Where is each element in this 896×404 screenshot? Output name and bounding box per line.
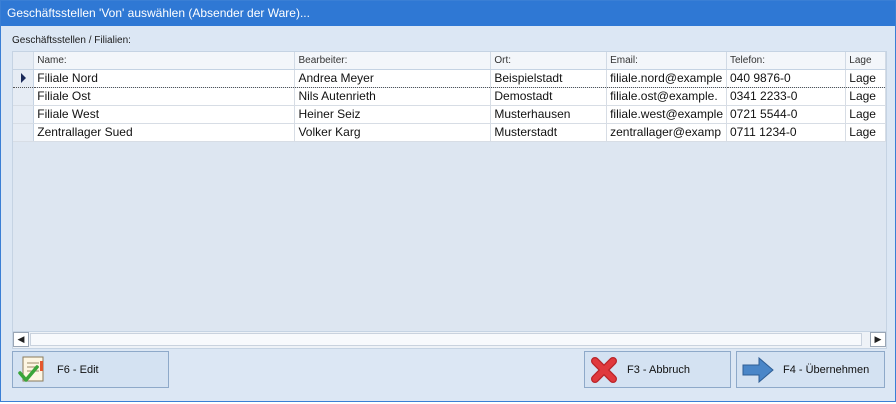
- cell-email[interactable]: filiale.ost@example.: [606, 87, 727, 106]
- cell-ort[interactable]: Musterhausen: [490, 105, 608, 124]
- table-row[interactable]: Filiale West Heiner Seiz Musterhausen fi…: [13, 105, 886, 124]
- cell-lager[interactable]: Lage: [845, 68, 886, 88]
- cell-ort[interactable]: Musterstadt: [490, 123, 608, 142]
- cell-bearbeiter[interactable]: Heiner Seiz: [294, 105, 492, 124]
- cell-telefon[interactable]: 0721 5544-0: [726, 105, 847, 124]
- cell-lager[interactable]: Lage: [845, 123, 886, 142]
- cell-telefon[interactable]: 0711 1234-0: [726, 123, 847, 142]
- cancel-button[interactable]: F3 - Abbruch: [584, 351, 731, 388]
- apply-button-label: F4 - Übernehmen: [783, 363, 870, 376]
- cell-name[interactable]: Zentrallager Sued: [33, 123, 296, 142]
- cell-bearbeiter[interactable]: Nils Autenrieth: [294, 87, 492, 106]
- cell-name[interactable]: Filiale Nord: [33, 68, 296, 88]
- column-header-lager[interactable]: Lage: [845, 52, 886, 70]
- table-row[interactable]: Filiale Nord Andrea Meyer Beispielstadt …: [13, 68, 886, 88]
- cell-name[interactable]: Filiale West: [33, 105, 296, 124]
- row-selector[interactable]: [13, 123, 35, 142]
- scrollbar-thumb[interactable]: [30, 333, 862, 346]
- current-row-indicator-icon: [21, 73, 26, 83]
- header-row: Name: Bearbeiter: Ort: Email: Telefon: L…: [13, 52, 886, 70]
- cell-lager[interactable]: Lage: [845, 105, 886, 124]
- column-header-name[interactable]: Name:: [33, 52, 296, 70]
- column-header-telefon[interactable]: Telefon:: [726, 52, 847, 70]
- row-selector[interactable]: [13, 105, 35, 124]
- scroll-left-button[interactable]: ◀: [13, 332, 29, 347]
- branches-table: Name: Bearbeiter: Ort: Email: Telefon: L…: [13, 52, 886, 142]
- dialog-window: Geschäftsstellen 'Von' auswählen (Absend…: [0, 0, 896, 402]
- cell-telefon[interactable]: 040 9876-0: [726, 68, 847, 88]
- column-header-ort[interactable]: Ort:: [490, 52, 608, 70]
- table-row[interactable]: Zentrallager Sued Volker Karg Musterstad…: [13, 123, 886, 142]
- table-row[interactable]: Filiale Ost Nils Autenrieth Demostadt fi…: [13, 87, 886, 106]
- row-selector[interactable]: [13, 68, 35, 88]
- cell-name[interactable]: Filiale Ost: [33, 87, 296, 106]
- checklist-edit-icon: [18, 356, 44, 382]
- edit-button[interactable]: F6 - Edit: [12, 351, 169, 388]
- cell-telefon[interactable]: 0341 2233-0: [726, 87, 847, 106]
- red-x-icon: [591, 356, 617, 383]
- apply-button[interactable]: F4 - Übernehmen: [736, 351, 885, 388]
- cell-email[interactable]: filiale.nord@example: [606, 68, 727, 88]
- column-header-bearbeiter[interactable]: Bearbeiter:: [294, 52, 492, 70]
- cell-email[interactable]: filiale.west@example: [606, 105, 727, 124]
- column-header-email[interactable]: Email:: [606, 52, 727, 70]
- scroll-right-button[interactable]: ▶: [870, 332, 886, 347]
- cell-ort[interactable]: Demostadt: [490, 87, 608, 106]
- horizontal-scrollbar[interactable]: ◀ ▶: [13, 331, 886, 348]
- edit-button-label: F6 - Edit: [57, 363, 99, 376]
- cell-ort[interactable]: Beispielstadt: [490, 68, 608, 88]
- cell-lager[interactable]: Lage: [845, 87, 886, 106]
- cell-bearbeiter[interactable]: Volker Karg: [294, 123, 492, 142]
- cell-bearbeiter[interactable]: Andrea Meyer: [294, 68, 492, 88]
- blue-arrow-right-icon: [742, 356, 774, 383]
- grid-caption: Geschäftsstellen / Filialien:: [12, 35, 131, 46]
- row-selector-header: [13, 52, 35, 70]
- branches-grid[interactable]: Name: Bearbeiter: Ort: Email: Telefon: L…: [12, 51, 887, 349]
- cancel-button-label: F3 - Abbruch: [627, 363, 690, 376]
- cell-email[interactable]: zentrallager@examp: [606, 123, 727, 142]
- window-title: Geschäftsstellen 'Von' auswählen (Absend…: [1, 1, 895, 26]
- row-selector[interactable]: [13, 87, 35, 106]
